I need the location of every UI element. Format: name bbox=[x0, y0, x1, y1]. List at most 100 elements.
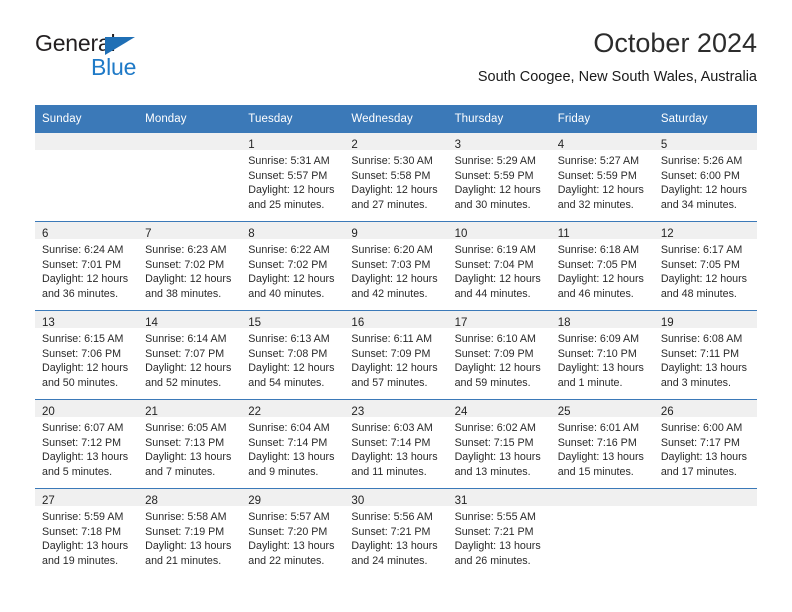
day-cell-inner: 30 Sunrise: 5:56 AM Sunset: 7:21 PM Dayligh… bbox=[344, 489, 448, 577]
calendar-week-row: 13 Sunrise: 6:15 AM Sunset: 7:06 PM Dayligh… bbox=[35, 310, 757, 400]
calendar-day-cell-empty bbox=[138, 133, 242, 222]
sunset-text: Sunset: 7:13 PM bbox=[145, 436, 225, 449]
calendar-day-cell[interactable]: 6 Sunrise: 6:24 AM Sunset: 7:01 PM Daylight… bbox=[35, 221, 139, 311]
day-cell-inner: 22 Sunrise: 6:04 AM Sunset: 7:14 PM Dayligh… bbox=[241, 400, 345, 488]
sunset-text: Sunset: 7:09 PM bbox=[454, 347, 534, 360]
calendar-day-cell[interactable]: 11 Sunrise: 6:18 AM Sunset: 7:05 PM Dayligh… bbox=[550, 221, 654, 311]
daylight-text: Daylight: 12 hours and 32 minutes. bbox=[557, 184, 644, 211]
day-number: 30 bbox=[351, 495, 365, 507]
day-details: Sunrise: 6:18 AM Sunset: 7:05 PM Daylight:… bbox=[551, 239, 654, 301]
day-number-band: 12 bbox=[653, 222, 757, 240]
calendar-day-cell[interactable]: 16 Sunrise: 6:11 AM Sunset: 7:09 PM Dayligh… bbox=[344, 310, 448, 400]
sunrise-sunset-calendar: Sunday Monday Tuesday Wednesday Thursday… bbox=[35, 105, 757, 577]
calendar-day-cell[interactable]: 12 Sunrise: 6:17 AM Sunset: 7:05 PM Dayligh… bbox=[653, 221, 757, 311]
sunrise-text: Sunrise: 6:02 AM bbox=[454, 422, 536, 434]
calendar-day-cell[interactable]: 15 Sunrise: 6:13 AM Sunset: 7:08 PM Dayligh… bbox=[241, 310, 345, 400]
calendar-day-cell[interactable]: 4 Sunrise: 5:27 AM Sunset: 5:59 PM Daylight… bbox=[550, 133, 654, 222]
calendar-day-cell[interactable]: 2 Sunrise: 5:30 AM Sunset: 5:58 PM Daylight… bbox=[344, 133, 448, 222]
calendar-header-row: Sunday Monday Tuesday Wednesday Thursday… bbox=[35, 105, 757, 133]
calendar-day-cell[interactable]: 19 Sunrise: 6:08 AM Sunset: 7:11 PM Dayligh… bbox=[653, 310, 757, 400]
day-number-band: 15 bbox=[241, 311, 345, 329]
calendar-day-cell[interactable]: 28 Sunrise: 5:58 AM Sunset: 7:19 PM Dayligh… bbox=[138, 488, 242, 577]
day-number-band: 17 bbox=[447, 311, 551, 329]
day-number: 29 bbox=[248, 495, 262, 507]
calendar-day-cell[interactable]: 27 Sunrise: 5:59 AM Sunset: 7:18 PM Dayligh… bbox=[35, 488, 139, 577]
day-details: Sunrise: 6:09 AM Sunset: 7:10 PM Daylight:… bbox=[551, 328, 654, 390]
logo-triangle-icon bbox=[105, 37, 135, 55]
daylight-text: Daylight: 12 hours and 25 minutes. bbox=[248, 184, 335, 211]
sunset-text: Sunset: 7:04 PM bbox=[454, 258, 534, 271]
day-number: 2 bbox=[351, 139, 358, 151]
daylight-text: Daylight: 12 hours and 30 minutes. bbox=[454, 184, 541, 211]
calendar-week-row: 1 Sunrise: 5:31 AM Sunset: 5:57 PM Daylight… bbox=[35, 133, 757, 222]
calendar-day-cell[interactable]: 25 Sunrise: 6:01 AM Sunset: 7:16 PM Dayligh… bbox=[550, 399, 654, 489]
day-cell-inner bbox=[138, 133, 242, 221]
calendar-day-cell[interactable]: 10 Sunrise: 6:19 AM Sunset: 7:04 PM Dayligh… bbox=[447, 221, 551, 311]
day-number: 21 bbox=[145, 406, 158, 418]
calendar-day-cell[interactable]: 26 Sunrise: 6:00 AM Sunset: 7:17 PM Dayligh… bbox=[653, 399, 757, 489]
day-number-band: 25 bbox=[550, 400, 654, 418]
day-details: Sunrise: 6:20 AM Sunset: 7:03 PM Daylight:… bbox=[344, 239, 447, 301]
day-number: 14 bbox=[145, 317, 158, 329]
day-number: 27 bbox=[42, 495, 55, 507]
calendar-day-cell[interactable]: 14 Sunrise: 6:14 AM Sunset: 7:07 PM Dayligh… bbox=[138, 310, 242, 400]
sunset-text: Sunset: 7:03 PM bbox=[351, 258, 431, 271]
day-cell-inner: 28 Sunrise: 5:58 AM Sunset: 7:19 PM Dayligh… bbox=[138, 489, 242, 577]
day-number-band: 2 bbox=[344, 133, 448, 151]
day-number: 31 bbox=[454, 495, 468, 507]
day-cell-inner: 19 Sunrise: 6:08 AM Sunset: 7:11 PM Dayligh… bbox=[653, 311, 757, 399]
title-block: October 2024 South Coogee, New South Wal… bbox=[478, 26, 757, 88]
calendar-day-cell[interactable]: 1 Sunrise: 5:31 AM Sunset: 5:57 PM Daylight… bbox=[241, 133, 345, 222]
calendar-day-cell[interactable]: 17 Sunrise: 6:10 AM Sunset: 7:09 PM Dayligh… bbox=[447, 310, 551, 400]
calendar-day-cell[interactable]: 23 Sunrise: 6:03 AM Sunset: 7:14 PM Dayligh… bbox=[344, 399, 448, 489]
calendar-day-cell[interactable]: 30 Sunrise: 5:56 AM Sunset: 7:21 PM Dayligh… bbox=[344, 488, 448, 577]
day-cell-inner: 3 Sunrise: 5:29 AM Sunset: 5:59 PM Daylight… bbox=[447, 133, 551, 221]
calendar-day-cell[interactable]: 18 Sunrise: 6:09 AM Sunset: 7:10 PM Dayligh… bbox=[550, 310, 654, 400]
sunset-text: Sunset: 7:05 PM bbox=[557, 258, 637, 271]
daylight-text: Daylight: 13 hours and 11 minutes. bbox=[351, 451, 438, 478]
calendar-day-cell[interactable]: 3 Sunrise: 5:29 AM Sunset: 5:59 PM Daylight… bbox=[447, 133, 551, 222]
day-number-band: 28 bbox=[138, 489, 242, 507]
calendar-day-cell[interactable]: 22 Sunrise: 6:04 AM Sunset: 7:14 PM Dayligh… bbox=[241, 399, 345, 489]
calendar-day-cell[interactable]: 31 Sunrise: 5:55 AM Sunset: 7:21 PM Dayligh… bbox=[447, 488, 551, 577]
general-blue-logo[interactable]: General Blue bbox=[35, 30, 215, 82]
calendar-day-cell[interactable]: 21 Sunrise: 6:05 AM Sunset: 7:13 PM Dayligh… bbox=[138, 399, 242, 489]
calendar-day-cell[interactable]: 29 Sunrise: 5:57 AM Sunset: 7:20 PM Dayligh… bbox=[241, 488, 345, 577]
calendar-day-cell[interactable]: 7 Sunrise: 6:23 AM Sunset: 7:02 PM Daylight… bbox=[138, 221, 242, 311]
calendar-day-cell[interactable]: 8 Sunrise: 6:22 AM Sunset: 7:02 PM Daylight… bbox=[241, 221, 345, 311]
sunrise-text: Sunrise: 6:08 AM bbox=[660, 333, 743, 345]
calendar-day-cell[interactable]: 9 Sunrise: 6:20 AM Sunset: 7:03 PM Daylight… bbox=[344, 221, 448, 311]
sunrise-text: Sunrise: 6:10 AM bbox=[454, 333, 536, 345]
calendar-day-cell[interactable]: 5 Sunrise: 5:26 AM Sunset: 6:00 PM Daylight… bbox=[653, 133, 757, 222]
day-cell-inner: 15 Sunrise: 6:13 AM Sunset: 7:08 PM Dayligh… bbox=[241, 311, 345, 399]
sunset-text: Sunset: 7:10 PM bbox=[557, 347, 637, 360]
sunset-text: Sunset: 7:21 PM bbox=[454, 525, 534, 538]
daylight-text: Daylight: 13 hours and 22 minutes. bbox=[248, 540, 335, 567]
day-details: Sunrise: 6:04 AM Sunset: 7:14 PM Daylight:… bbox=[241, 417, 344, 479]
day-number: 19 bbox=[660, 317, 674, 329]
day-cell-inner: 12 Sunrise: 6:17 AM Sunset: 7:05 PM Dayligh… bbox=[653, 222, 757, 310]
day-details: Sunrise: 6:24 AM Sunset: 7:01 PM Daylight:… bbox=[35, 239, 138, 301]
sunset-text: Sunset: 7:16 PM bbox=[557, 436, 637, 449]
daylight-text: Daylight: 12 hours and 52 minutes. bbox=[145, 362, 232, 389]
calendar-day-cell[interactable]: 24 Sunrise: 6:02 AM Sunset: 7:15 PM Dayligh… bbox=[447, 399, 551, 489]
day-cell-inner: 25 Sunrise: 6:01 AM Sunset: 7:16 PM Dayligh… bbox=[550, 400, 654, 488]
day-cell-inner: 4 Sunrise: 5:27 AM Sunset: 5:59 PM Daylight… bbox=[550, 133, 654, 221]
day-number-band: 10 bbox=[447, 222, 551, 240]
day-number: 25 bbox=[557, 406, 571, 418]
calendar-day-cell-empty bbox=[653, 488, 757, 577]
day-number: 8 bbox=[248, 228, 255, 240]
daylight-text: Daylight: 13 hours and 15 minutes. bbox=[557, 451, 644, 478]
day-number: 16 bbox=[351, 317, 365, 329]
weekday-header-sunday: Sunday bbox=[35, 105, 139, 133]
calendar-day-cell[interactable]: 13 Sunrise: 6:15 AM Sunset: 7:06 PM Dayligh… bbox=[35, 310, 139, 400]
sunrise-text: Sunrise: 5:56 AM bbox=[351, 511, 433, 523]
day-details: Sunrise: 5:26 AM Sunset: 6:00 PM Daylight:… bbox=[654, 150, 757, 212]
sunset-text: Sunset: 7:02 PM bbox=[145, 258, 225, 271]
sunrise-text: Sunrise: 6:20 AM bbox=[351, 244, 433, 256]
weekday-header-friday: Friday bbox=[550, 105, 654, 133]
day-number: 17 bbox=[454, 317, 468, 329]
day-number-band: 8 bbox=[241, 222, 345, 240]
calendar-day-cell[interactable]: 20 Sunrise: 6:07 AM Sunset: 7:12 PM Dayligh… bbox=[35, 399, 139, 489]
sunrise-text: Sunrise: 6:23 AM bbox=[145, 244, 227, 256]
